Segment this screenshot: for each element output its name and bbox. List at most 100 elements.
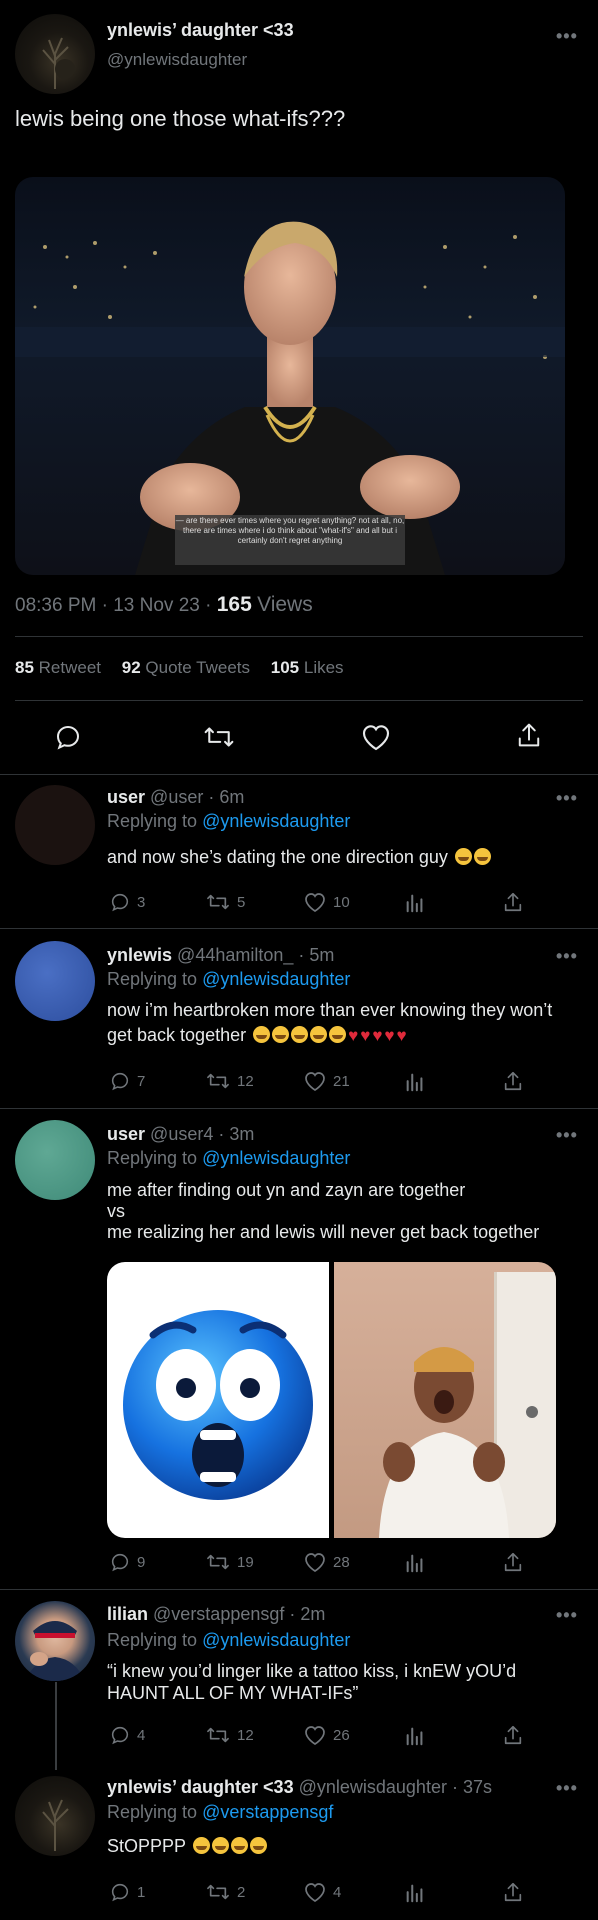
heart-icon: [305, 893, 325, 912]
like-button[interactable]: 21: [303, 1070, 350, 1092]
like-button[interactable]: 10: [303, 891, 350, 913]
reply-button[interactable]: 3: [109, 891, 145, 913]
reply-author-name[interactable]: ynlewis’ daughter <33: [107, 1777, 294, 1797]
share-icon: [504, 1725, 522, 1745]
retweet-button[interactable]: 12: [205, 1724, 254, 1746]
reply-author-handle[interactable]: @user: [150, 787, 203, 807]
share-button[interactable]: [502, 1550, 524, 1574]
more-options-icon[interactable]: •••: [556, 26, 578, 47]
reply-author-name[interactable]: lilian: [107, 1604, 148, 1624]
reply-button[interactable]: [53, 722, 83, 757]
likes-label: Likes: [303, 658, 344, 677]
reply-button[interactable]: 9: [109, 1551, 145, 1573]
retweet-button[interactable]: 2: [205, 1881, 245, 1903]
reply-avatar[interactable]: [15, 785, 95, 865]
quotes-stat[interactable]: 92 Quote Tweets: [122, 658, 255, 677]
divider: [0, 774, 598, 775]
like-button[interactable]: 26: [303, 1724, 350, 1746]
more-options-icon[interactable]: •••: [556, 788, 578, 809]
share-button[interactable]: [515, 720, 543, 755]
replying-label: Replying to: [107, 1148, 198, 1168]
replying-to-link[interactable]: @verstappensgf: [202, 1802, 333, 1822]
reply-avatar[interactable]: [15, 1120, 95, 1200]
broken-heart-icon: ♥: [372, 1026, 383, 1045]
retweet-button[interactable]: 5: [205, 891, 245, 913]
share-button[interactable]: [502, 1069, 524, 1093]
reply-avatar[interactable]: [15, 1776, 95, 1856]
like-button[interactable]: 4: [303, 1881, 341, 1903]
replying-to-link[interactable]: @ynlewisdaughter: [202, 1148, 350, 1168]
reply-button[interactable]: 1: [109, 1881, 145, 1903]
crying-laughing-emoji-icon: [272, 1026, 290, 1043]
reply-media-image-left[interactable]: [107, 1262, 329, 1538]
share-button[interactable]: [502, 1880, 524, 1904]
crying-laughing-emoji-icon: [249, 1837, 267, 1854]
reply-button[interactable]: 7: [109, 1070, 145, 1092]
retweet-button[interactable]: 12: [205, 1070, 254, 1092]
more-options-icon[interactable]: •••: [556, 1605, 578, 1626]
reply-text: “i knew you’d linger like a tattoo kiss,…: [107, 1660, 516, 1704]
analytics-button[interactable]: [404, 1882, 426, 1904]
tweet-media[interactable]: — are there ever times where you regret …: [15, 177, 565, 575]
reply-icon: [111, 1072, 129, 1091]
reply-author-handle[interactable]: @verstappensgf: [153, 1604, 284, 1624]
author-handle[interactable]: @ynlewisdaughter: [107, 50, 247, 70]
likes-stat[interactable]: 105 Likes: [271, 658, 344, 677]
reply-text: me after finding out yn and zayn are tog…: [107, 1179, 539, 1243]
replying-label: Replying to: [107, 969, 198, 989]
analytics-button[interactable]: [404, 892, 426, 914]
likes-count: 105: [270, 658, 300, 677]
share-button[interactable]: [502, 890, 524, 914]
reply-button[interactable]: 4: [109, 1724, 145, 1746]
thread-connector-line: [55, 1682, 57, 1770]
retweet-icon: [207, 894, 229, 910]
author-name[interactable]: ynlewis’ daughter <33: [107, 20, 294, 41]
replying-to-link[interactable]: @ynlewisdaughter: [202, 1630, 350, 1650]
retweet-icon: [204, 727, 234, 747]
crying-laughing-emoji-icon: [473, 848, 491, 865]
retweet-count: 12: [237, 1726, 254, 1744]
reply-author-handle[interactable]: @ynlewisdaughter: [299, 1777, 447, 1797]
share-icon: [504, 1882, 522, 1902]
reply-icon: [111, 1553, 129, 1572]
analytics-icon: [406, 1554, 423, 1573]
reply-text-line: “i knew you’d linger like a tattoo kiss,…: [107, 1661, 517, 1681]
retweet-icon: [207, 1554, 229, 1570]
reply-author-name[interactable]: ynlewis: [107, 945, 172, 965]
replying-to-link[interactable]: @ynlewisdaughter: [202, 811, 350, 831]
retweet-button[interactable]: 19: [205, 1551, 254, 1573]
reply-text-line: now i’m heartbroken more than ever knowi…: [107, 1000, 553, 1020]
retweet-button[interactable]: [202, 722, 236, 757]
heart-icon: [305, 1553, 325, 1572]
like-button[interactable]: 28: [303, 1551, 350, 1573]
analytics-button[interactable]: [404, 1725, 426, 1747]
share-button[interactable]: [502, 1723, 524, 1747]
reply-text-content: StOPPPP: [107, 1836, 186, 1856]
tree-silhouette-icon: [42, 1799, 69, 1851]
reply-author-name[interactable]: user: [107, 787, 145, 807]
media-caption: — are there ever times where you regret …: [175, 516, 405, 545]
retweets-stat[interactable]: 85 Retweet: [15, 658, 106, 677]
author-avatar[interactable]: [15, 14, 95, 94]
reply-header: ynlewis @44hamilton_ · 5m: [107, 945, 335, 965]
reply-media-image-right[interactable]: [334, 1262, 556, 1538]
analytics-button[interactable]: [404, 1552, 426, 1574]
retweet-count: 12: [237, 1072, 254, 1090]
reply-avatar[interactable]: [15, 1601, 95, 1681]
share-icon: [504, 892, 522, 912]
like-count: 21: [333, 1072, 350, 1090]
reply-text: StOPPPP: [107, 1835, 267, 1857]
tree-silhouette-icon: [42, 37, 75, 89]
reply-author-handle[interactable]: @user4: [150, 1124, 213, 1144]
analytics-button[interactable]: [404, 1071, 426, 1093]
retweet-icon: [207, 1073, 229, 1089]
replying-to-link[interactable]: @ynlewisdaughter: [202, 969, 350, 989]
more-options-icon[interactable]: •••: [556, 1778, 578, 1799]
reply-author-name[interactable]: user: [107, 1124, 145, 1144]
more-options-icon[interactable]: •••: [556, 946, 578, 967]
reply-avatar[interactable]: [15, 941, 95, 1021]
reply-text: and now she’s dating the one direction g…: [107, 846, 491, 868]
more-options-icon[interactable]: •••: [556, 1125, 578, 1146]
reply-author-handle[interactable]: @44hamilton_: [177, 945, 293, 965]
like-button[interactable]: [360, 722, 392, 757]
